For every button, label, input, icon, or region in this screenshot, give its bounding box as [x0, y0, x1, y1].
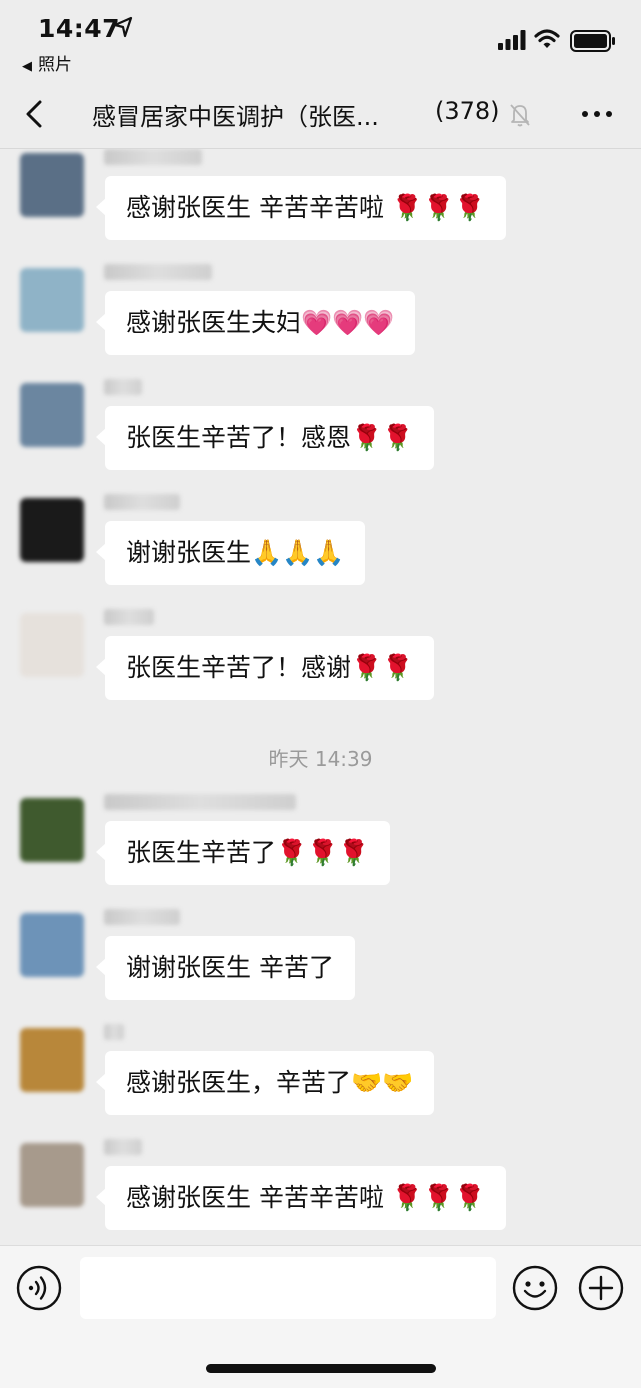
more-options-icon[interactable]	[580, 102, 614, 126]
back-chevron-icon[interactable]	[22, 96, 48, 132]
sender-name	[104, 609, 154, 625]
chat-title: 感冒居家中医调护（张医...	[92, 103, 379, 131]
avatar[interactable]	[20, 613, 84, 677]
sender-name	[104, 264, 212, 280]
avatar[interactable]	[20, 268, 84, 332]
message-list[interactable]: 感谢张医生 辛苦辛苦啦 🌹🌹🌹 感谢张医生夫妇💗💗💗 张医生辛苦了！感恩🌹🌹 谢…	[0, 149, 641, 1245]
message-bubble[interactable]: 感谢张医生夫妇💗💗💗	[95, 291, 416, 355]
avatar[interactable]	[20, 383, 84, 447]
chat-input-bar	[0, 1245, 641, 1388]
plus-icon[interactable]	[578, 1265, 624, 1311]
battery-icon	[570, 30, 615, 52]
muted-bell-icon	[510, 104, 530, 127]
back-triangle-icon: ◀	[22, 59, 32, 74]
cellular-signal-icon	[498, 30, 526, 50]
chat-header: 感冒居家中医调护（张医... (378)	[0, 80, 641, 149]
status-bar: 14:47 ◀ 照片	[0, 0, 641, 80]
avatar[interactable]	[20, 498, 84, 562]
sender-name	[104, 494, 180, 510]
message-input[interactable]	[80, 1257, 496, 1319]
message-bubble[interactable]: 张医生辛苦了🌹🌹🌹	[95, 821, 391, 885]
message-bubble[interactable]: 感谢张医生 辛苦辛苦啦 🌹🌹🌹	[95, 176, 507, 240]
avatar[interactable]	[20, 1143, 84, 1207]
avatar[interactable]	[20, 1028, 84, 1092]
emoji-icon[interactable]	[512, 1265, 558, 1311]
message-bubble[interactable]: 谢谢张医生 辛苦了	[96, 936, 355, 1000]
sender-name	[104, 379, 142, 395]
message-bubble[interactable]: 谢谢张医生🙏🙏🙏	[95, 521, 366, 585]
sender-name	[104, 149, 202, 165]
sender-name	[104, 909, 180, 925]
message-bubble[interactable]: 感谢张医生，辛苦了🤝🤝	[95, 1051, 435, 1115]
back-to-app-link[interactable]: ◀ 照片	[22, 50, 72, 75]
member-count: (378)	[435, 97, 500, 125]
message-bubble[interactable]: 张医生辛苦了！感谢🌹🌹	[95, 636, 435, 700]
location-arrow-icon	[113, 16, 133, 38]
wifi-icon	[534, 29, 560, 48]
status-time: 14:47	[38, 14, 121, 43]
voice-input-icon[interactable]	[16, 1265, 62, 1311]
message-bubble[interactable]: 张医生辛苦了！感恩🌹🌹	[95, 406, 435, 470]
message-timestamp: 昨天 14:39	[268, 747, 373, 771]
back-to-app-label: 照片	[38, 55, 72, 75]
avatar[interactable]	[20, 913, 84, 977]
sender-name	[104, 1024, 124, 1040]
message-bubble[interactable]: 感谢张医生 辛苦辛苦啦 🌹🌹🌹	[95, 1166, 507, 1230]
avatar[interactable]	[20, 153, 84, 217]
home-indicator[interactable]	[206, 1364, 436, 1373]
sender-name	[104, 794, 296, 810]
sender-name	[104, 1139, 142, 1155]
avatar[interactable]	[20, 798, 84, 862]
